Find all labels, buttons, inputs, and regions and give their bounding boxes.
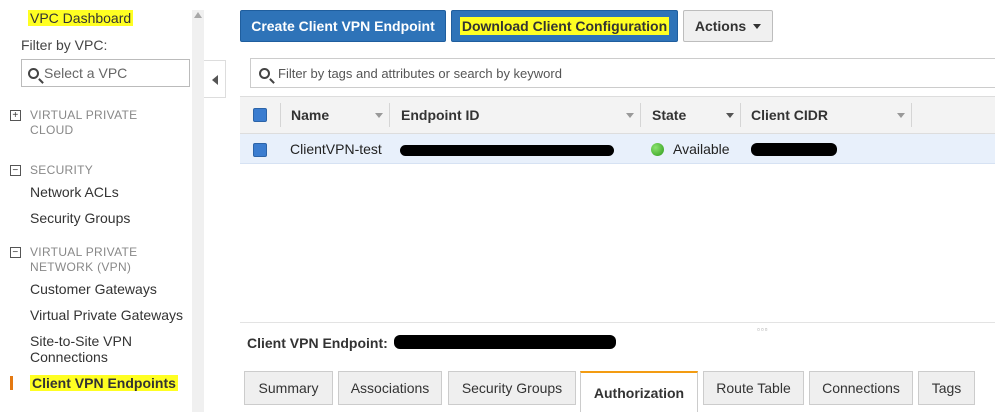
scroll-up-icon[interactable] [194,12,202,18]
tab-summary[interactable]: Summary [244,371,333,405]
column-header-state[interactable]: State [652,97,686,133]
column-header-name[interactable]: Name [291,97,329,133]
actions-button[interactable]: Actions [683,10,773,42]
sidebar-item-site-to-site-vpn[interactable]: Site-to-Site VPN Connections [30,333,132,365]
vpc-dashboard-link[interactable]: VPC Dashboard [28,10,134,26]
vpc-dashboard-label: VPC Dashboard [28,10,134,26]
column-header-client-cidr[interactable]: Client CIDR [751,97,828,133]
button-label: Actions [694,18,747,34]
sidebar-item-label-line2: Connections [30,349,108,365]
section-title: SECURITY [30,163,94,177]
filter-by-vpc-label: Filter by VPC: [21,37,108,53]
collapse-icon: − [10,247,21,258]
column-divider [280,103,281,127]
detail-title-label: Client VPN Endpoint: [247,335,388,351]
sort-icon[interactable] [375,113,383,118]
search-placeholder: Filter by tags and attributes or search … [278,65,562,81]
sidebar-item-customer-gateways[interactable]: Customer Gateways [30,281,157,297]
redacted-client-cidr [751,143,837,156]
redacted-endpoint-id [400,145,614,156]
row-checkbox[interactable] [253,143,267,157]
vpc-select[interactable]: Select a VPC [21,59,190,87]
tab-route-table[interactable]: Route Table [703,371,804,405]
cell-state: Available [651,134,730,164]
tab-authorization[interactable]: Authorization [580,371,698,412]
section-title-line2: CLOUD [30,123,74,137]
active-indicator [10,376,13,390]
select-all-checkbox[interactable] [253,108,267,122]
collapse-sidebar-button[interactable] [204,60,226,98]
available-status-icon [651,142,664,156]
column-divider [640,103,641,127]
column-divider [911,103,912,127]
column-divider [740,103,741,127]
chevron-left-icon [212,75,218,85]
cell-name: ClientVPN-test [290,141,382,157]
sort-icon[interactable] [726,113,734,118]
sidebar-item-security-groups[interactable]: Security Groups [30,210,130,226]
create-client-vpn-endpoint-button[interactable]: Create Client VPN Endpoint [240,10,446,42]
table-header: Name Endpoint ID State Client CIDR [240,96,995,134]
button-label: Download Client Configuration [459,17,670,35]
tab-security-groups[interactable]: Security Groups [448,371,576,405]
redacted-endpoint-value [394,335,616,349]
sort-icon[interactable] [626,113,634,118]
pane-divider[interactable] [240,322,995,323]
sidebar: VPC Dashboard Filter by VPC: Select a VP… [0,0,204,412]
tab-tags[interactable]: Tags [918,371,975,405]
download-client-configuration-button[interactable]: Download Client Configuration [451,10,678,42]
sidebar-item-network-acls[interactable]: Network ACLs [30,184,119,200]
table-row[interactable]: ClientVPN-test Available [240,134,995,164]
expand-icon: + [10,110,21,121]
sidebar-item-virtual-private-gateways[interactable]: Virtual Private Gateways [30,307,183,323]
resize-grip-icon[interactable]: ▫▫▫ [757,325,769,334]
sidebar-scrollbar[interactable] [192,10,204,412]
section-title-line2: NETWORK (VPN) [30,260,132,274]
detail-title: Client VPN Endpoint: [247,335,388,351]
tab-associations[interactable]: Associations [338,371,442,405]
section-security[interactable]: − SECURITY [10,163,180,178]
vpc-select-placeholder: Select a VPC [44,65,128,81]
section-title: VIRTUAL PRIVATE [30,108,138,122]
search-icon [28,67,39,79]
section-title: VIRTUAL PRIVATE [30,245,138,259]
search-input[interactable]: Filter by tags and attributes or search … [250,58,995,88]
chevron-down-icon [753,23,762,29]
column-divider [389,103,390,127]
state-label: Available [673,141,730,157]
search-icon [259,67,270,79]
sidebar-item-label: Client VPN Endpoints [30,375,178,391]
section-virtual-private-cloud[interactable]: + VIRTUAL PRIVATE CLOUD [10,108,180,138]
sort-icon[interactable] [897,113,905,118]
collapse-icon: − [10,165,21,176]
sidebar-item-client-vpn-endpoints[interactable]: Client VPN Endpoints [30,375,178,391]
sidebar-item-label: Site-to-Site VPN [30,333,132,349]
tab-connections[interactable]: Connections [809,371,913,405]
section-vpn[interactable]: − VIRTUAL PRIVATE NETWORK (VPN) [10,245,180,275]
column-header-endpoint-id[interactable]: Endpoint ID [401,97,480,133]
